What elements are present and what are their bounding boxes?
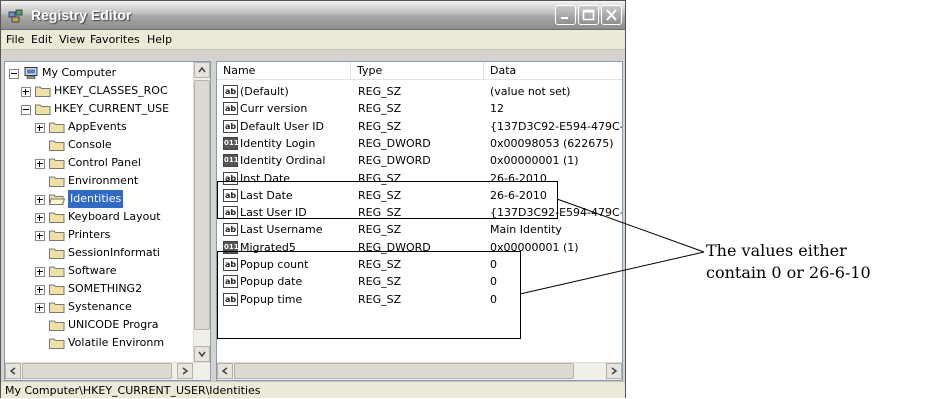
annotation-line-1: The values either [706,241,847,260]
callout-line-dates [556,198,705,253]
annotation-line-2: contain 0 or 26-6-10 [706,263,871,282]
callout-line-popup [519,251,705,295]
annotation-lines [519,198,705,295]
